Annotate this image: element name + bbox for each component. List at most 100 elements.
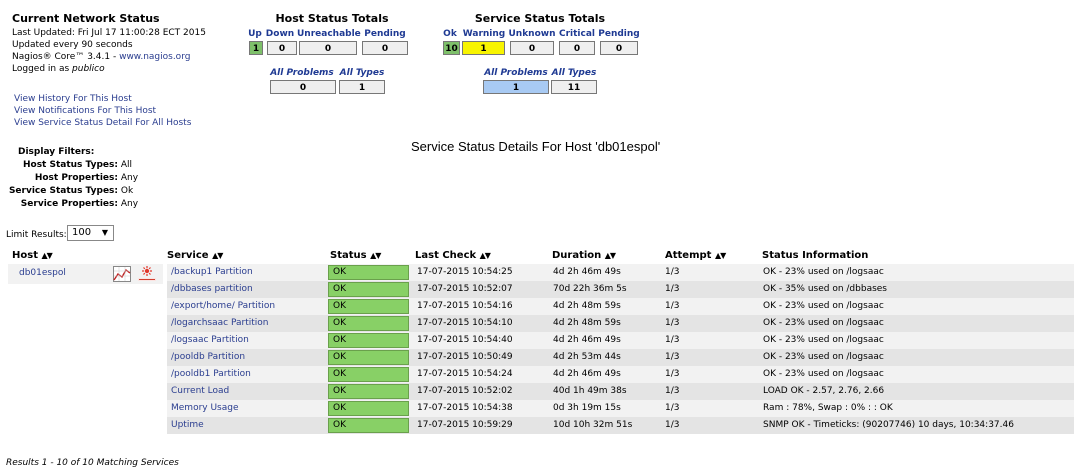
chevron-down-icon: ▼ <box>101 228 108 237</box>
status-badge: OK <box>328 418 409 433</box>
service-count-critical[interactable]: 0 <box>559 41 595 55</box>
service-link[interactable]: /backup1 Partition <box>171 264 253 281</box>
service-link[interactable]: /logarchsaac Partition <box>171 315 268 332</box>
version-line: Nagios® Core™ 3.4.1 - www.nagios.org <box>12 51 206 63</box>
header-label: Duration <box>552 250 602 261</box>
column-header-status: Status ▲▼ <box>330 250 381 261</box>
service-link[interactable]: /dbbases partition <box>171 281 253 298</box>
sort-arrows-icon[interactable]: ▲▼ <box>41 251 52 260</box>
filter-host-properties: Host Properties: Any <box>6 172 138 185</box>
attempt: 1/3 <box>665 352 680 362</box>
service-header-warning[interactable]: Warning <box>461 29 507 39</box>
status-information: OK - 23% used on /logsaac <box>763 267 884 277</box>
view-history-link[interactable]: View History For This Host <box>14 94 132 104</box>
host-link[interactable]: db01espol <box>19 268 66 278</box>
service-header-all-problems[interactable]: All Problems <box>482 68 550 78</box>
last-check: 17-07-2015 10:59:29 <box>417 420 513 430</box>
service-count-unknown[interactable]: 0 <box>510 41 554 55</box>
service-link[interactable]: /export/home/ Partition <box>171 298 275 315</box>
service-link[interactable]: Current Load <box>171 383 229 400</box>
last-check: 17-07-2015 10:52:02 <box>417 386 513 396</box>
graph-icon[interactable] <box>113 266 131 285</box>
host-header-up[interactable]: Up <box>247 29 263 39</box>
attempt: 1/3 <box>665 369 680 379</box>
host-header-down[interactable]: Down <box>265 29 295 39</box>
filter-value: Any <box>120 199 139 209</box>
host-count-all-types[interactable]: 1 <box>339 80 385 94</box>
table-row: Uptime OK 17-07-2015 10:59:29 10d 10h 32… <box>167 417 1074 434</box>
service-totals-title: Service Status Totals <box>474 12 606 25</box>
attempt: 1/3 <box>665 403 680 413</box>
logged-prefix: Logged in as <box>12 64 73 74</box>
status-information: SNMP OK - Timeticks: (90207746) 10 days,… <box>763 420 1014 430</box>
service-link[interactable]: /logsaac Partition <box>171 332 249 349</box>
column-header-last-check: Last Check ▲▼ <box>415 250 491 261</box>
service-count-all-problems[interactable]: 1 <box>483 80 549 94</box>
host-cell: db01espol <box>8 264 163 284</box>
host-count-down[interactable]: 0 <box>267 41 297 55</box>
service-count-warning[interactable]: 1 <box>462 41 505 55</box>
service-link[interactable]: /pooldb1 Partition <box>171 366 251 383</box>
sort-arrows-icon[interactable]: ▲▼ <box>480 251 491 260</box>
host-count-pending[interactable]: 0 <box>362 41 408 55</box>
last-check: 17-07-2015 10:54:10 <box>417 318 513 328</box>
results-footer: Results 1 - 10 of 10 Matching Services <box>6 458 179 468</box>
table-row: /pooldb1 Partition OK 17-07-2015 10:54:2… <box>167 366 1074 383</box>
last-check: 17-07-2015 10:54:38 <box>417 403 513 413</box>
filter-host-status: Host Status Types: All <box>6 159 138 172</box>
status-badge: OK <box>328 316 409 331</box>
host-count-all-problems[interactable]: 0 <box>270 80 336 94</box>
info-title: Current Network Status <box>12 12 160 25</box>
status-information: OK - 23% used on /logsaac <box>763 301 884 311</box>
update-interval: Updated every 90 seconds <box>12 40 133 50</box>
service-link[interactable]: Uptime <box>171 417 204 434</box>
limit-select[interactable]: 100 ▼ <box>67 225 114 241</box>
logged-line: Logged in as publico <box>12 63 206 75</box>
header-label: Service <box>167 250 209 261</box>
sort-arrows-icon[interactable]: ▲▼ <box>370 251 381 260</box>
host-count-unreachable[interactable]: 0 <box>299 41 357 55</box>
sort-arrows-icon[interactable]: ▲▼ <box>212 251 223 260</box>
service-count-all-types[interactable]: 11 <box>551 80 597 94</box>
version-text: Nagios® Core™ 3.4.1 - <box>12 52 120 62</box>
attempt: 1/3 <box>665 318 680 328</box>
filter-value: All <box>120 160 133 170</box>
sort-arrows-icon[interactable]: ▲▼ <box>715 251 726 260</box>
attempt: 1/3 <box>665 267 680 277</box>
column-header-host: Host ▲▼ <box>12 250 53 261</box>
table-row: /logsaac Partition OK 17-07-2015 10:54:4… <box>167 332 1074 349</box>
duration: 4d 2h 53m 44s <box>553 352 621 362</box>
host-count-up[interactable]: 1 <box>249 41 263 55</box>
service-link[interactable]: /pooldb Partition <box>171 349 245 366</box>
duration: 40d 1h 49m 38s <box>553 386 627 396</box>
status-information: Ram : 78%, Swap : 0% : : OK <box>763 403 893 413</box>
service-header-pending[interactable]: Pending <box>598 29 640 39</box>
service-count-pending[interactable]: 0 <box>600 41 638 55</box>
filter-label: Service Status Types: <box>8 186 118 196</box>
service-header-all-types[interactable]: All Types <box>551 68 597 78</box>
nagios-link[interactable]: www.nagios.org <box>119 52 190 62</box>
attempt: 1/3 <box>665 301 680 311</box>
service-header-unknown[interactable]: Unknown <box>508 29 556 39</box>
sort-arrows-icon[interactable]: ▲▼ <box>605 251 616 260</box>
service-link[interactable]: Memory Usage <box>171 400 239 417</box>
column-header-attempt: Attempt ▲▼ <box>665 250 726 261</box>
last-updated: Last Updated: Fri Jul 17 11:00:28 ECT 20… <box>12 28 206 38</box>
status-information: OK - 23% used on /logsaac <box>763 369 884 379</box>
host-header-pending[interactable]: Pending <box>362 29 408 39</box>
view-service-detail-link[interactable]: View Service Status Detail For All Hosts <box>14 118 191 128</box>
duration: 4d 2h 46m 49s <box>553 335 621 345</box>
attempt: 1/3 <box>665 420 680 430</box>
host-header-unreachable[interactable]: Unreachable <box>297 29 361 39</box>
status-badge: OK <box>328 265 409 280</box>
status-badge: OK <box>328 384 409 399</box>
service-header-ok[interactable]: Ok <box>440 29 460 39</box>
table-row: Current Load OK 17-07-2015 10:52:02 40d … <box>167 383 1074 400</box>
view-notifications-link[interactable]: View Notifications For This Host <box>14 106 156 116</box>
host-header-all-problems[interactable]: All Problems <box>268 68 336 78</box>
limit-label: Limit Results: <box>6 230 67 240</box>
host-header-all-types[interactable]: All Types <box>339 68 385 78</box>
filters-title: Display Filters: <box>18 147 95 157</box>
service-header-critical[interactable]: Critical <box>557 29 597 39</box>
service-count-ok[interactable]: 10 <box>443 41 460 55</box>
